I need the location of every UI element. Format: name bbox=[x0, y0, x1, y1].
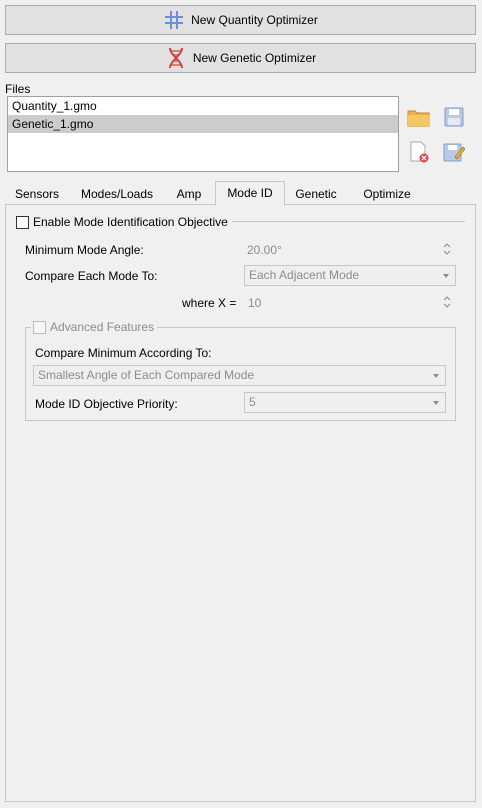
save-as-icon[interactable] bbox=[441, 139, 467, 165]
grid-hash-icon bbox=[163, 9, 185, 31]
compare-each-mode-value: Each Adjacent Mode bbox=[249, 268, 360, 282]
spin-arrows-icon[interactable] bbox=[443, 295, 451, 309]
objective-priority-label: Mode ID Objective Priority: bbox=[35, 397, 178, 411]
compare-minimum-select[interactable]: Smallest Angle of Each Compared Mode bbox=[33, 365, 446, 386]
files-list[interactable]: Quantity_1.gmo Genetic_1.gmo bbox=[7, 96, 399, 172]
objective-priority-select[interactable]: 5 bbox=[244, 392, 446, 413]
tab-sensors[interactable]: Sensors bbox=[9, 184, 65, 205]
min-mode-angle-spinbox[interactable]: 20.00° bbox=[247, 243, 282, 257]
tab-mode-id[interactable]: Mode ID bbox=[215, 181, 285, 206]
files-label: Files bbox=[5, 82, 31, 96]
chevron-down-icon bbox=[443, 274, 449, 278]
open-folder-icon[interactable] bbox=[406, 104, 432, 130]
tab-modes-loads[interactable]: Modes/Loads bbox=[69, 184, 165, 205]
list-item[interactable]: Quantity_1.gmo bbox=[8, 97, 398, 115]
compare-minimum-label: Compare Minimum According To: bbox=[35, 346, 212, 360]
chevron-down-icon bbox=[433, 401, 439, 405]
section-divider bbox=[232, 221, 465, 222]
new-quantity-optimizer-label: New Quantity Optimizer bbox=[191, 13, 318, 27]
new-genetic-optimizer-label: New Genetic Optimizer bbox=[192, 51, 317, 65]
enable-mode-id-label: Enable Mode Identification Objective bbox=[33, 215, 228, 229]
objective-priority-value: 5 bbox=[249, 395, 256, 409]
remove-file-icon[interactable] bbox=[406, 139, 432, 165]
mode-id-panel bbox=[5, 204, 476, 802]
new-quantity-optimizer-button[interactable]: New Quantity Optimizer bbox=[5, 5, 476, 35]
tab-bar: Sensors Modes/Loads Amp Mode ID Genetic … bbox=[5, 181, 476, 206]
compare-minimum-value: Smallest Angle of Each Compared Mode bbox=[38, 368, 255, 382]
chevron-down-icon bbox=[433, 374, 439, 378]
tab-optimize[interactable]: Optimize bbox=[351, 184, 423, 205]
compare-each-mode-select[interactable]: Each Adjacent Mode bbox=[244, 265, 456, 286]
new-genetic-optimizer-button[interactable]: New Genetic Optimizer bbox=[5, 43, 476, 73]
save-icon[interactable] bbox=[441, 104, 467, 130]
min-mode-angle-label: Minimum Mode Angle: bbox=[25, 243, 144, 257]
dna-helix-icon bbox=[165, 47, 187, 69]
advanced-features-label: Advanced Features bbox=[50, 320, 155, 334]
enable-mode-id-checkbox[interactable] bbox=[16, 216, 29, 229]
where-x-label: where X = bbox=[182, 296, 237, 310]
list-item[interactable]: Genetic_1.gmo bbox=[8, 115, 398, 133]
compare-each-mode-label: Compare Each Mode To: bbox=[25, 269, 158, 283]
tab-amp[interactable]: Amp bbox=[167, 184, 211, 205]
where-x-spinbox[interactable]: 10 bbox=[248, 296, 261, 310]
advanced-features-checkbox[interactable] bbox=[33, 321, 46, 334]
spin-arrows-icon[interactable] bbox=[443, 242, 451, 256]
tab-genetic[interactable]: Genetic bbox=[288, 184, 344, 205]
